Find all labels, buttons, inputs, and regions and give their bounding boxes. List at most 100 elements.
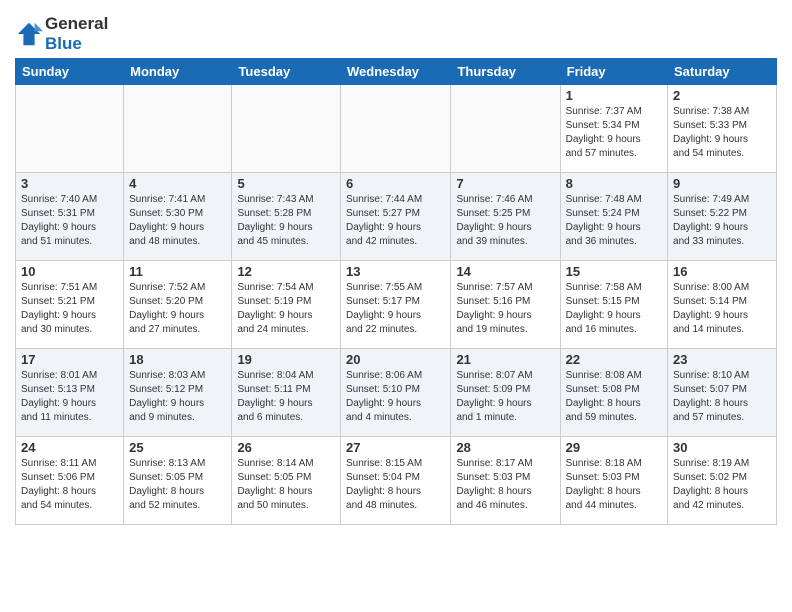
- day-info: Sunrise: 8:03 AM Sunset: 5:12 PM Dayligh…: [129, 369, 226, 425]
- day-info: Sunrise: 8:19 AM Sunset: 5:02 PM Dayligh…: [673, 457, 771, 513]
- day-info: Sunrise: 8:18 AM Sunset: 5:03 PM Dayligh…: [566, 457, 662, 513]
- day-number: 24: [21, 440, 118, 455]
- calendar-header-row: SundayMondayTuesdayWednesdayThursdayFrid…: [16, 59, 777, 85]
- calendar-cell: 2 Sunrise: 7:38 AM Sunset: 5:33 PM Daylig…: [668, 85, 777, 173]
- calendar-cell: [124, 85, 232, 173]
- day-info: Sunrise: 7:52 AM Sunset: 5:20 PM Dayligh…: [129, 281, 226, 337]
- day-number: 28: [456, 440, 554, 455]
- day-number: 20: [346, 352, 445, 367]
- page-container: General Blue SundayMondayTuesdayWednesda…: [0, 0, 792, 535]
- day-number: 12: [237, 264, 335, 279]
- calendar-table: SundayMondayTuesdayWednesdayThursdayFrid…: [15, 58, 777, 525]
- calendar-cell: 14 Sunrise: 7:57 AM Sunset: 5:16 PM Dayli…: [451, 261, 560, 349]
- day-info: Sunrise: 8:17 AM Sunset: 5:03 PM Dayligh…: [456, 457, 554, 513]
- day-number: 13: [346, 264, 445, 279]
- header: General Blue: [15, 10, 777, 54]
- day-info: Sunrise: 7:38 AM Sunset: 5:33 PM Dayligh…: [673, 105, 771, 161]
- calendar-cell: 24Sunrise: 8:11 AM Sunset: 5:06 PM Dayli…: [16, 437, 124, 525]
- calendar-cell: 20Sunrise: 8:06 AM Sunset: 5:10 PM Dayli…: [341, 349, 451, 437]
- calendar-cell: 10 Sunrise: 7:51 AM Sunset: 5:21 PM Dayli…: [16, 261, 124, 349]
- day-info: Sunrise: 7:55 AM Sunset: 5:17 PM Dayligh…: [346, 281, 445, 337]
- calendar-cell: 19 Sunrise: 8:04 AM Sunset: 5:11 PM Dayli…: [232, 349, 341, 437]
- day-number: 17: [21, 352, 118, 367]
- day-number: 22: [566, 352, 662, 367]
- calendar-cell: 6Sunrise: 7:44 AM Sunset: 5:27 PM Daylig…: [341, 173, 451, 261]
- calendar-cell: 5 Sunrise: 7:43 AM Sunset: 5:28 PM Daylig…: [232, 173, 341, 261]
- calendar-cell: 4 Sunrise: 7:41 AM Sunset: 5:30 PM Daylig…: [124, 173, 232, 261]
- day-info: Sunrise: 7:51 AM Sunset: 5:21 PM Dayligh…: [21, 281, 118, 337]
- day-number: 1: [566, 88, 662, 103]
- calendar-cell: 18 Sunrise: 8:03 AM Sunset: 5:12 PM Dayli…: [124, 349, 232, 437]
- calendar-cell: [451, 85, 560, 173]
- day-info: Sunrise: 8:14 AM Sunset: 5:05 PM Dayligh…: [237, 457, 335, 513]
- day-info: Sunrise: 7:58 AM Sunset: 5:15 PM Dayligh…: [566, 281, 662, 337]
- calendar-week-row: 10 Sunrise: 7:51 AM Sunset: 5:21 PM Dayli…: [16, 261, 777, 349]
- day-number: 15: [566, 264, 662, 279]
- day-info: Sunrise: 8:08 AM Sunset: 5:08 PM Dayligh…: [566, 369, 662, 425]
- calendar-cell: 9 Sunrise: 7:49 AM Sunset: 5:22 PM Daylig…: [668, 173, 777, 261]
- logo: General Blue: [15, 14, 108, 54]
- day-info: Sunrise: 7:48 AM Sunset: 5:24 PM Dayligh…: [566, 193, 662, 249]
- day-info: Sunrise: 7:41 AM Sunset: 5:30 PM Dayligh…: [129, 193, 226, 249]
- calendar-cell: 22 Sunrise: 8:08 AM Sunset: 5:08 PM Dayli…: [560, 349, 667, 437]
- calendar-cell: 12 Sunrise: 7:54 AM Sunset: 5:19 PM Dayli…: [232, 261, 341, 349]
- day-number: 23: [673, 352, 771, 367]
- day-number: 5: [237, 176, 335, 191]
- day-number: 4: [129, 176, 226, 191]
- col-header-monday: Monday: [124, 59, 232, 85]
- logo-text: General Blue: [45, 14, 108, 54]
- calendar-cell: [341, 85, 451, 173]
- day-number: 14: [456, 264, 554, 279]
- day-info: Sunrise: 8:00 AM Sunset: 5:14 PM Dayligh…: [673, 281, 771, 337]
- day-info: Sunrise: 7:54 AM Sunset: 5:19 PM Dayligh…: [237, 281, 335, 337]
- day-info: Sunrise: 7:46 AM Sunset: 5:25 PM Dayligh…: [456, 193, 554, 249]
- day-number: 11: [129, 264, 226, 279]
- calendar-cell: 28 Sunrise: 8:17 AM Sunset: 5:03 PM Dayli…: [451, 437, 560, 525]
- day-number: 21: [456, 352, 554, 367]
- day-info: Sunrise: 7:40 AM Sunset: 5:31 PM Dayligh…: [21, 193, 118, 249]
- day-number: 19: [237, 352, 335, 367]
- logo-icon: [15, 20, 43, 48]
- calendar-week-row: 17Sunrise: 8:01 AM Sunset: 5:13 PM Dayli…: [16, 349, 777, 437]
- col-header-wednesday: Wednesday: [341, 59, 451, 85]
- calendar-week-row: 1 Sunrise: 7:37 AM Sunset: 5:34 PM Daylig…: [16, 85, 777, 173]
- calendar-cell: 30 Sunrise: 8:19 AM Sunset: 5:02 PM Dayli…: [668, 437, 777, 525]
- calendar-cell: 29 Sunrise: 8:18 AM Sunset: 5:03 PM Dayli…: [560, 437, 667, 525]
- day-info: Sunrise: 8:10 AM Sunset: 5:07 PM Dayligh…: [673, 369, 771, 425]
- calendar-cell: 21 Sunrise: 8:07 AM Sunset: 5:09 PM Dayli…: [451, 349, 560, 437]
- day-number: 8: [566, 176, 662, 191]
- calendar-week-row: 24Sunrise: 8:11 AM Sunset: 5:06 PM Dayli…: [16, 437, 777, 525]
- day-number: 25: [129, 440, 226, 455]
- day-number: 27: [346, 440, 445, 455]
- day-number: 3: [21, 176, 118, 191]
- day-info: Sunrise: 7:57 AM Sunset: 5:16 PM Dayligh…: [456, 281, 554, 337]
- day-number: 9: [673, 176, 771, 191]
- calendar-week-row: 3 Sunrise: 7:40 AM Sunset: 5:31 PM Daylig…: [16, 173, 777, 261]
- calendar-cell: 1 Sunrise: 7:37 AM Sunset: 5:34 PM Daylig…: [560, 85, 667, 173]
- col-header-thursday: Thursday: [451, 59, 560, 85]
- day-number: 6: [346, 176, 445, 191]
- day-number: 30: [673, 440, 771, 455]
- day-number: 29: [566, 440, 662, 455]
- calendar-cell: 7 Sunrise: 7:46 AM Sunset: 5:25 PM Daylig…: [451, 173, 560, 261]
- col-header-saturday: Saturday: [668, 59, 777, 85]
- day-number: 16: [673, 264, 771, 279]
- day-info: Sunrise: 8:13 AM Sunset: 5:05 PM Dayligh…: [129, 457, 226, 513]
- day-info: Sunrise: 8:04 AM Sunset: 5:11 PM Dayligh…: [237, 369, 335, 425]
- day-number: 7: [456, 176, 554, 191]
- day-info: Sunrise: 7:37 AM Sunset: 5:34 PM Dayligh…: [566, 105, 662, 161]
- calendar-cell: [232, 85, 341, 173]
- col-header-sunday: Sunday: [16, 59, 124, 85]
- col-header-tuesday: Tuesday: [232, 59, 341, 85]
- day-info: Sunrise: 7:49 AM Sunset: 5:22 PM Dayligh…: [673, 193, 771, 249]
- day-number: 2: [673, 88, 771, 103]
- calendar-cell: 3 Sunrise: 7:40 AM Sunset: 5:31 PM Daylig…: [16, 173, 124, 261]
- calendar-cell: 13 Sunrise: 7:55 AM Sunset: 5:17 PM Dayli…: [341, 261, 451, 349]
- day-info: Sunrise: 7:43 AM Sunset: 5:28 PM Dayligh…: [237, 193, 335, 249]
- calendar-cell: 15 Sunrise: 7:58 AM Sunset: 5:15 PM Dayli…: [560, 261, 667, 349]
- day-info: Sunrise: 8:07 AM Sunset: 5:09 PM Dayligh…: [456, 369, 554, 425]
- calendar-cell: 11 Sunrise: 7:52 AM Sunset: 5:20 PM Dayli…: [124, 261, 232, 349]
- day-number: 18: [129, 352, 226, 367]
- day-number: 10: [21, 264, 118, 279]
- calendar-cell: 8 Sunrise: 7:48 AM Sunset: 5:24 PM Daylig…: [560, 173, 667, 261]
